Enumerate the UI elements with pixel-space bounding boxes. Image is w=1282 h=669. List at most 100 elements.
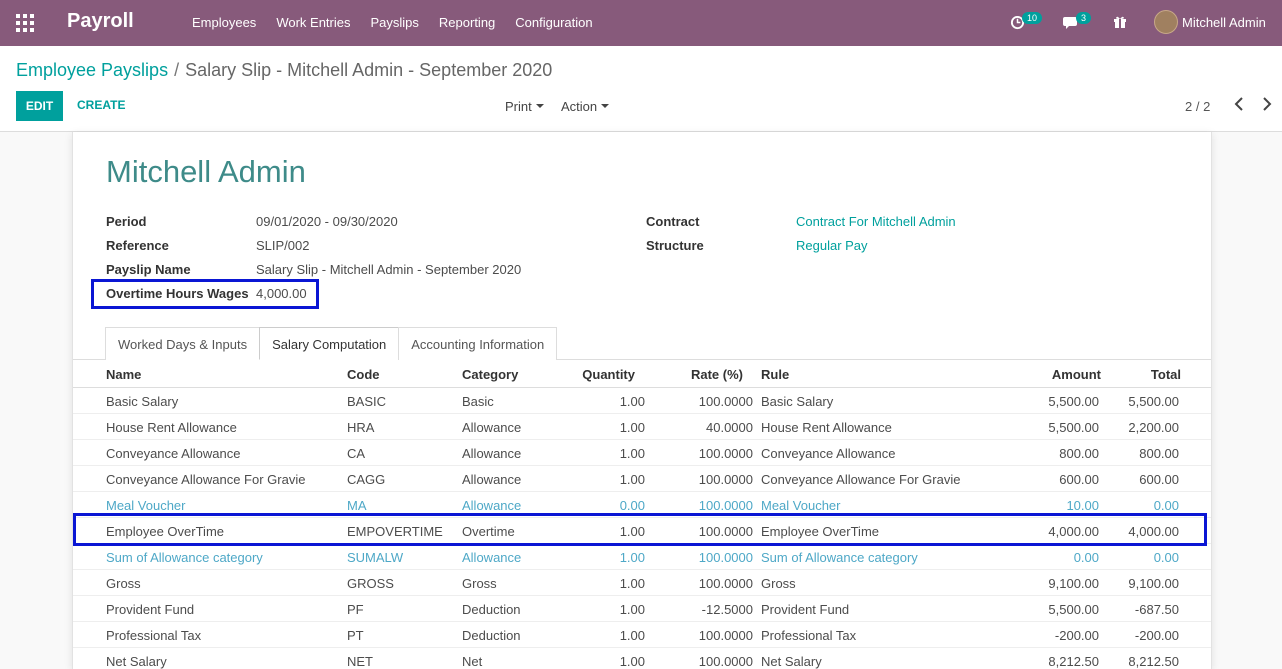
breadcrumb-parent[interactable]: Employee Payslips (16, 60, 168, 80)
header-category[interactable]: Category (462, 367, 518, 382)
cell-total: -687.50 (1134, 602, 1179, 617)
cell-code: GROSS (347, 576, 394, 591)
table-header-row: Name Code Category Quantity Rate (%) Rul… (73, 360, 1211, 388)
cell-name: Provident Fund (106, 602, 195, 617)
header-rate[interactable]: Rate (%) (691, 367, 743, 382)
print-dropdown[interactable]: Print (505, 99, 544, 114)
gift-icon (1114, 16, 1126, 28)
table-row[interactable]: Conveyance Allowance For Gravie CAGG Allow… (73, 466, 1211, 492)
cell-code: BASIC (347, 394, 387, 409)
breadcrumb-current: Salary Slip - Mitchell Admin - September… (185, 60, 553, 80)
menu-payslips[interactable]: Payslips (370, 15, 418, 30)
cell-category: Allowance (462, 446, 522, 461)
edit-button[interactable]: EDIT (16, 91, 63, 121)
cell-name: Meal Voucher (106, 498, 186, 513)
caret-down-icon (535, 104, 544, 109)
table-row[interactable]: Conveyance Allowance CA Allowance 1.00 100.0… (73, 440, 1211, 466)
menu-work-entries[interactable]: Work Entries (276, 15, 350, 30)
apps-menu-icon[interactable] (16, 14, 34, 32)
table-row[interactable]: House Rent Allowance HRA Allowance 1.00 40.0… (73, 414, 1211, 440)
cell-code: MA (347, 498, 367, 513)
cell-rate: -12.5000 (701, 602, 753, 617)
cell-amount: 8,212.50 (1048, 654, 1099, 669)
cell-rule: House Rent Allowance (761, 420, 892, 435)
cell-category: Allowance (462, 498, 522, 513)
table-row[interactable]: Basic Salary BASIC Basic 1.00 100.0000 Basic … (73, 388, 1211, 414)
action-dropdown[interactable]: Action (561, 99, 610, 114)
create-button[interactable]: CREATE (77, 98, 125, 112)
structure-link[interactable]: Regular Pay (796, 238, 868, 253)
menu-reporting[interactable]: Reporting (439, 15, 495, 30)
header-quantity[interactable]: Quantity (582, 367, 635, 382)
breadcrumb: Employee Payslips / Salary Slip - Mitchell… (16, 60, 552, 81)
action-label: Action (561, 99, 598, 114)
messages-button[interactable]: 3 (1063, 12, 1092, 33)
cell-total: 9,100.00 (1128, 576, 1179, 591)
cell-name: Professional Tax (106, 628, 202, 643)
cell-total: 2,200.00 (1128, 420, 1179, 435)
contract-link[interactable]: Contract For Mitchell Admin (796, 214, 956, 229)
cell-name: Conveyance Allowance For Gravie (106, 472, 306, 487)
cell-code: PF (347, 602, 364, 617)
header-code[interactable]: Code (347, 367, 380, 382)
cell-category: Basic (462, 394, 494, 409)
print-label: Print (505, 99, 532, 114)
pager-value[interactable]: 2 / 2 (1185, 99, 1210, 114)
cell-category: Allowance (462, 420, 522, 435)
header-name[interactable]: Name (106, 367, 141, 382)
tab-salary-computation[interactable]: Salary Computation (259, 327, 400, 360)
cell-amount: 5,500.00 (1048, 420, 1099, 435)
cell-rate: 100.0000 (698, 498, 753, 513)
cell-category: Net (462, 654, 483, 669)
cell-total: 8,212.50 (1128, 654, 1179, 669)
cell-total: 800.00 (1139, 446, 1179, 461)
menu-configuration[interactable]: Configuration (515, 15, 592, 30)
tab-worked-days[interactable]: Worked Days & Inputs (105, 327, 261, 360)
control-panel: Employee Payslips / Salary Slip - Mitchell… (0, 46, 1282, 132)
header-total[interactable]: Total (1151, 367, 1181, 382)
payslip-form-sheet: Mitchell Admin Period 09/01/2020 - 09/30… (72, 132, 1212, 669)
cell-rule: Basic Salary (761, 394, 834, 409)
pager-previous-button[interactable] (1234, 96, 1244, 114)
notebook-tabs: Worked Days & Inputs Salary Computation … (105, 327, 558, 360)
cell-amount: 5,500.00 (1048, 394, 1099, 409)
cell-quantity: 1.00 (619, 654, 645, 669)
pager-next-button[interactable] (1262, 96, 1272, 114)
top-navbar: Payroll Employees Work Entries Payslips … (0, 0, 1282, 46)
cell-total: 0.00 (1153, 550, 1179, 565)
activity-button[interactable]: 10 (1010, 12, 1043, 33)
table-row[interactable]: Provident Fund PF Deduction 1.00 -12.5000 Pro… (73, 596, 1211, 622)
payslip-name-value: Salary Slip - Mitchell Admin - September… (256, 262, 522, 277)
cell-amount: 5,500.00 (1048, 602, 1099, 617)
chevron-right-icon (1263, 97, 1272, 111)
activity-count-badge: 10 (1022, 12, 1043, 24)
menu-employees[interactable]: Employees (192, 15, 256, 30)
breadcrumb-separator: / (174, 60, 180, 80)
cell-rate: 100.0000 (698, 550, 753, 565)
cell-total: 0.00 (1153, 498, 1179, 513)
user-avatar[interactable] (1154, 10, 1178, 34)
cell-rate: 100.0000 (698, 628, 753, 643)
cell-rate: 100.0000 (698, 394, 753, 409)
cell-code: NET (347, 654, 373, 669)
user-name[interactable]: Mitchell Admin (1182, 15, 1266, 30)
table-row[interactable]: Net Salary NET Net 1.00 100.0000 Net Salary 8,… (73, 648, 1211, 669)
header-amount[interactable]: Amount (1052, 367, 1101, 382)
tab-accounting-information[interactable]: Accounting Information (398, 327, 558, 360)
table-row[interactable]: Gross GROSS Gross 1.00 100.0000 Gross 9,100.00… (73, 570, 1211, 596)
app-title[interactable]: Payroll (67, 10, 134, 33)
cell-quantity: 1.00 (619, 394, 645, 409)
cell-quantity: 1.00 (619, 550, 645, 565)
gift-button[interactable] (1113, 12, 1127, 32)
cell-rule: Net Salary (761, 654, 822, 669)
cell-name: Sum of Allowance category (106, 550, 263, 565)
table-row[interactable]: Professional Tax PT Deduction 1.00 100.0000 P… (73, 622, 1211, 648)
cell-rule: Professional Tax (761, 628, 857, 643)
cell-name: House Rent Allowance (106, 420, 237, 435)
table-row[interactable]: Sum of Allowance category SUMALW Allowance… (73, 544, 1211, 570)
header-rule[interactable]: Rule (761, 367, 789, 382)
cell-amount: 10.00 (1066, 498, 1099, 513)
reference-label: Reference (106, 238, 169, 253)
cell-name: Net Salary (106, 654, 167, 669)
cell-amount: -200.00 (1054, 628, 1099, 643)
